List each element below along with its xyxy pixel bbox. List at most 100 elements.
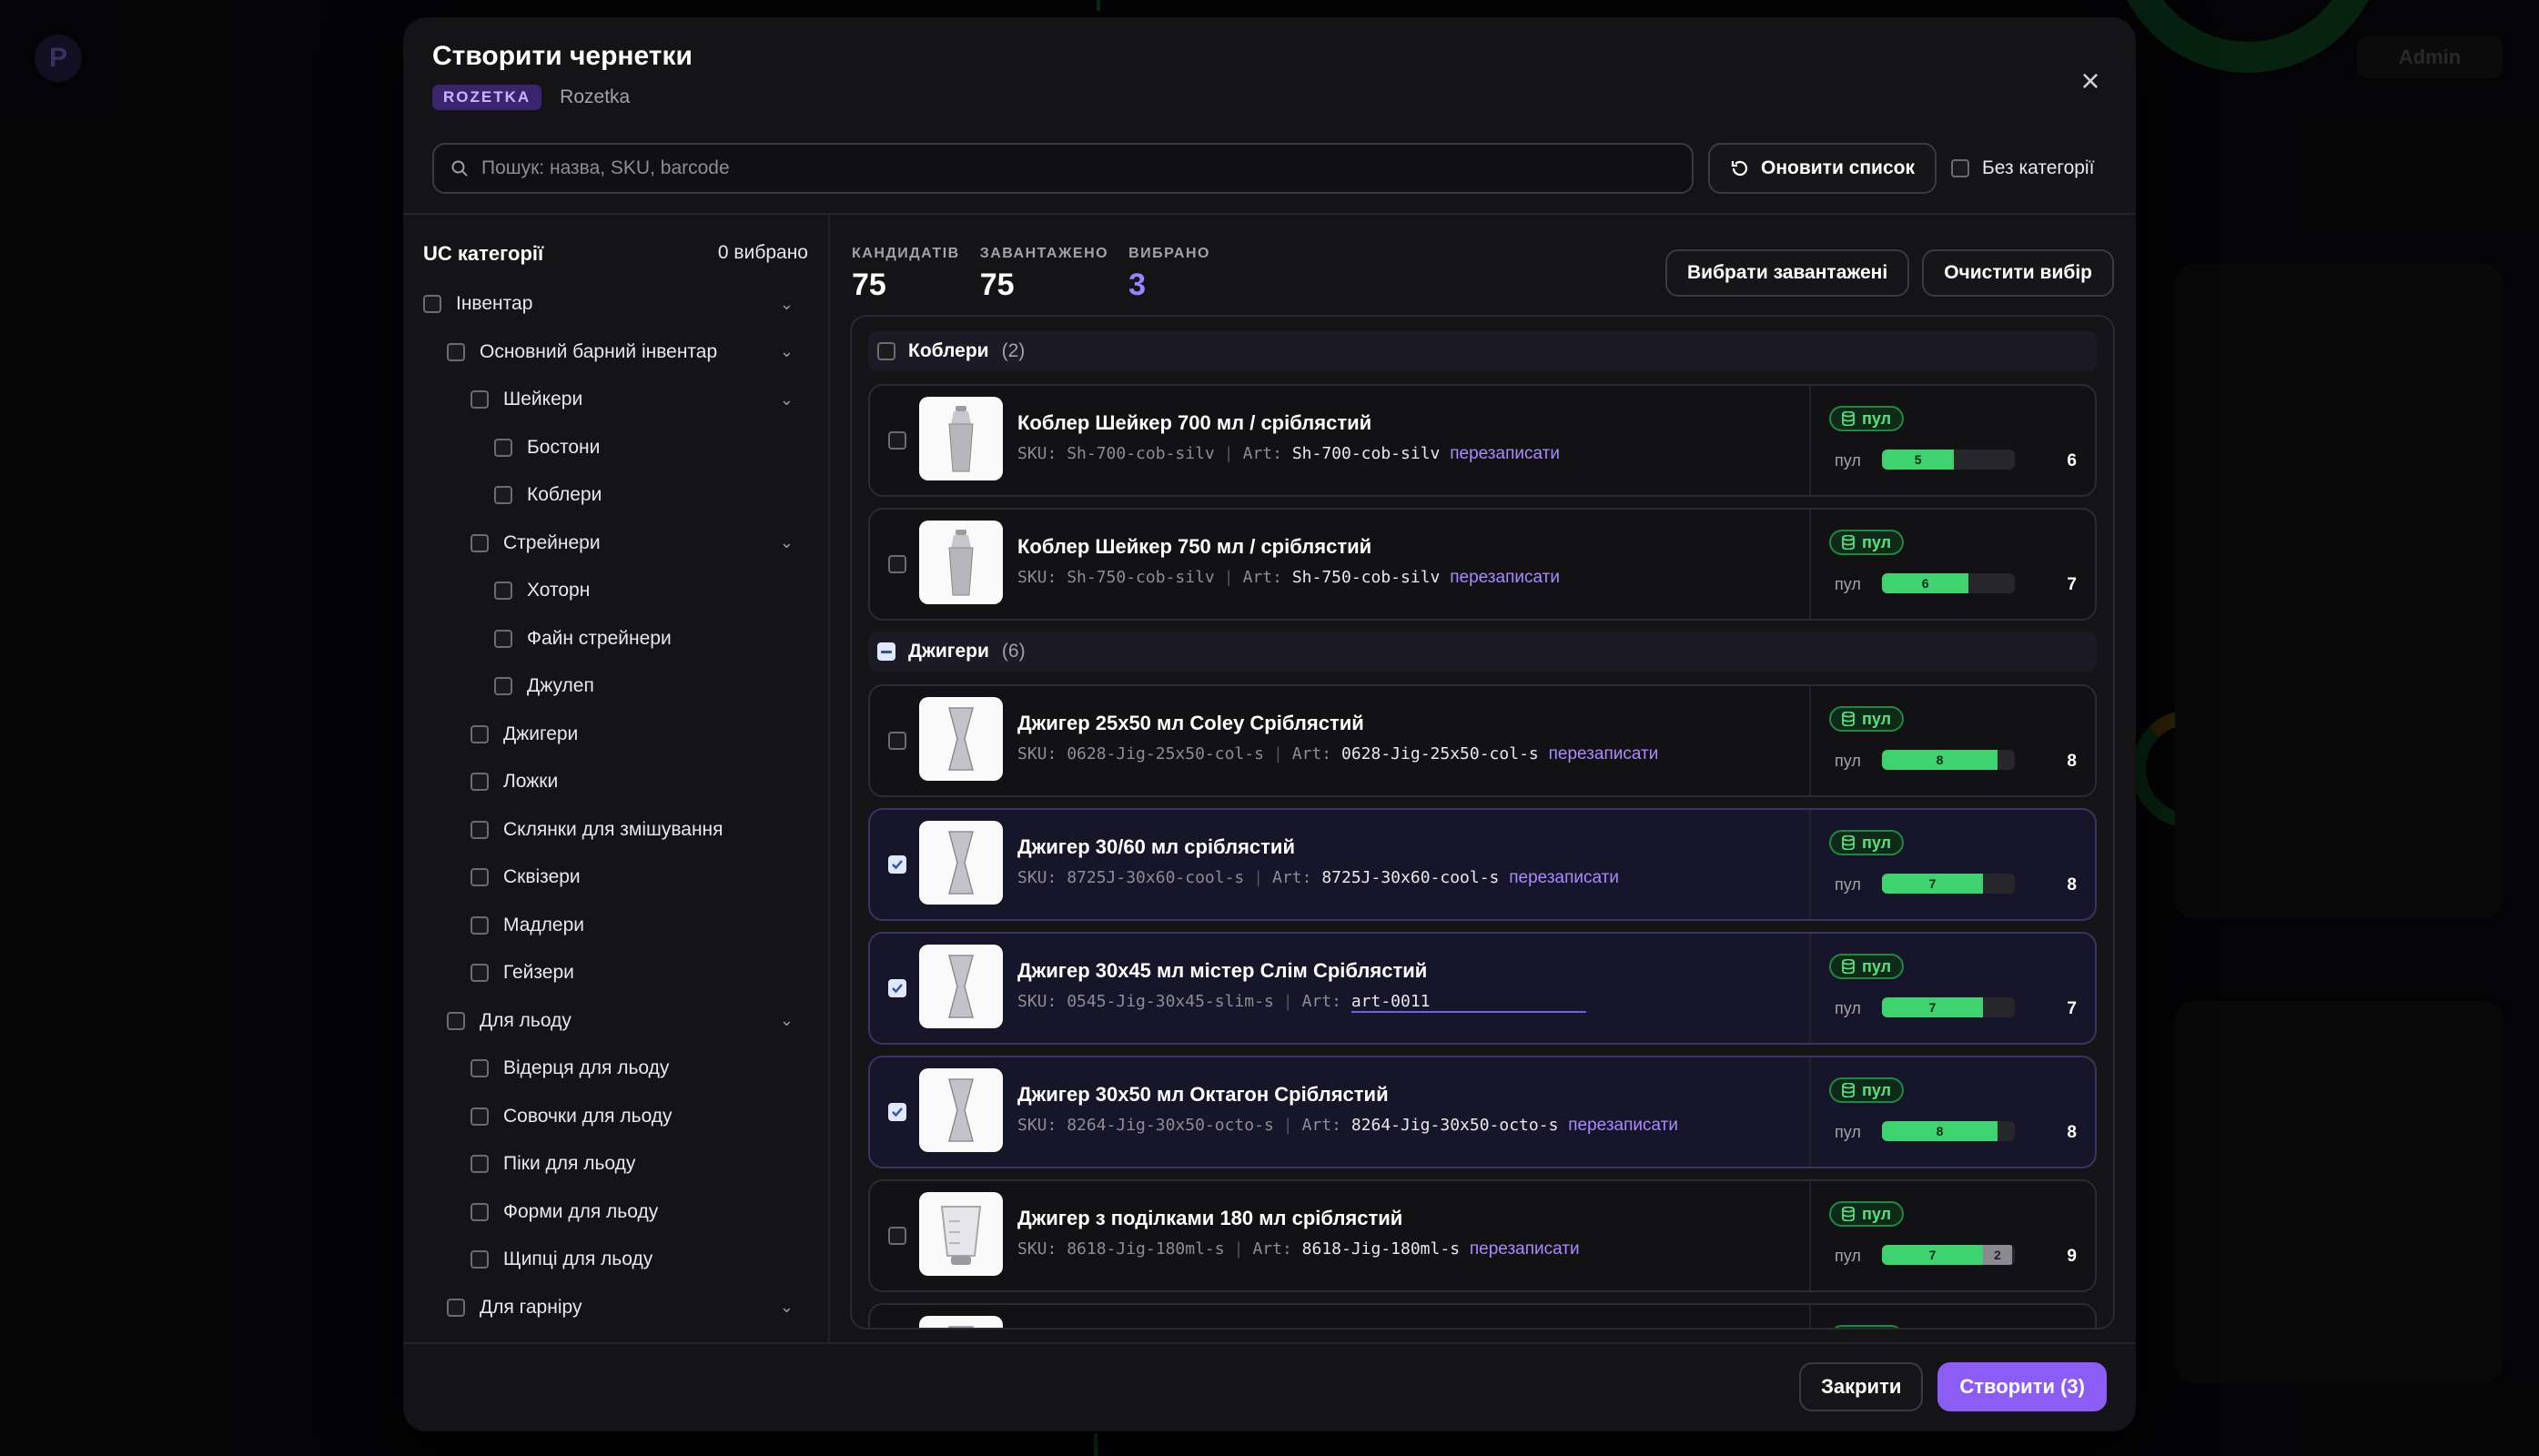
group-checkbox[interactable] [877, 342, 895, 360]
category-checkbox[interactable] [494, 438, 512, 457]
product-info: Коблер Шейкер 700 мл / сріблястий SKU: Sh… [1017, 411, 1785, 464]
category-item[interactable]: Сквізери [403, 854, 828, 902]
database-icon [1842, 535, 1855, 550]
category-checkbox[interactable] [470, 533, 489, 552]
category-item[interactable]: Основний барний інвентар ⌄ [403, 329, 828, 377]
category-checkbox[interactable] [447, 1011, 465, 1030]
category-item[interactable]: Шпажки [403, 1331, 828, 1342]
category-item[interactable]: Мадлери [403, 902, 828, 950]
category-checkbox[interactable] [494, 629, 512, 648]
chevron-down-icon[interactable]: ⌄ [780, 1298, 794, 1317]
stat-label: КАНДИДАТІВ [852, 246, 960, 261]
product-checkbox[interactable] [888, 1227, 906, 1245]
category-item[interactable]: Коблери [403, 471, 828, 520]
rewrite-link[interactable]: перезаписати [1509, 868, 1619, 887]
rewrite-link[interactable]: перезаписати [1568, 1116, 1678, 1135]
category-checkbox[interactable] [470, 820, 489, 839]
group-header[interactable]: Джигери (6) [868, 632, 2097, 672]
product-list[interactable]: Коблери (2) Коблер Шейкер 700 мл / срібляс… [850, 315, 2115, 1330]
category-item[interactable]: Щипці для льоду [403, 1236, 828, 1284]
category-item[interactable]: Для гарніру ⌄ [403, 1284, 828, 1332]
category-checkbox[interactable] [470, 773, 489, 792]
product-name: Джигер 30x45 мл містер Слім Сріблястий [1017, 959, 1428, 982]
product-row[interactable]: Джигер 25x50 мл Coley Сріблястий SKU: 062… [868, 684, 2097, 797]
create-button[interactable]: Створити (3) [1937, 1362, 2107, 1411]
category-checkbox[interactable] [470, 964, 489, 983]
chevron-down-icon[interactable]: ⌄ [780, 1011, 794, 1030]
product-checkbox[interactable] [888, 431, 906, 450]
no-category-toggle[interactable]: Без категорії [1950, 157, 2094, 179]
category-checkbox[interactable] [470, 1202, 489, 1221]
pool-bar-fill: 8 [1882, 750, 1998, 770]
product-row[interactable]: Джигер 30x45 мл містер Слім Сріблястий SK… [868, 932, 2097, 1045]
refresh-list-button[interactable]: Оновити список [1708, 143, 1937, 194]
rewrite-link[interactable]: перезаписати [1470, 1239, 1580, 1259]
category-label: Піки для льоду [503, 1153, 636, 1175]
select-loaded-button[interactable]: Вибрати завантажені [1665, 249, 1910, 297]
close-icon[interactable]: × [2074, 65, 2107, 99]
rewrite-link[interactable]: перезаписати [1549, 744, 1659, 763]
category-checkbox[interactable] [470, 1059, 489, 1078]
pool-badge: пул [1829, 706, 1905, 732]
product-checkbox[interactable] [888, 555, 906, 573]
category-item[interactable]: Джигери [403, 711, 828, 759]
category-checkbox[interactable] [447, 342, 465, 361]
category-item[interactable]: Совочки для льоду [403, 1093, 828, 1141]
product-checkbox[interactable] [888, 1103, 906, 1121]
category-item[interactable]: Для льоду ⌄ [403, 997, 828, 1046]
category-checkbox[interactable] [423, 295, 441, 314]
product-checkbox[interactable] [888, 855, 906, 874]
category-checkbox[interactable] [470, 1250, 489, 1269]
category-item[interactable]: Хоторн [403, 567, 828, 615]
category-checkbox[interactable] [494, 581, 512, 601]
category-item[interactable]: Файн стрейнери [403, 615, 828, 663]
category-checkbox[interactable] [494, 677, 512, 696]
product-row[interactable]: Коблер Шейкер 750 мл / сріблястий SKU: Sh… [868, 508, 2097, 621]
product-row[interactable]: Джигер з поділками 180 мл сріблястий SKU:… [868, 1179, 2097, 1292]
category-item[interactable]: Бостони [403, 424, 828, 472]
category-checkbox[interactable] [447, 1298, 465, 1317]
group-header[interactable]: Коблери (2) [868, 331, 2097, 371]
stat-block: КАНДИДАТІВ 75 [852, 246, 960, 303]
no-category-checkbox[interactable] [1950, 159, 1969, 177]
category-item[interactable]: Піки для льоду [403, 1140, 828, 1188]
group-checkbox[interactable] [877, 642, 895, 661]
category-item[interactable]: Джулеп [403, 662, 828, 711]
rewrite-link[interactable]: перезаписати [1450, 568, 1560, 587]
close-button[interactable]: Закрити [1799, 1362, 1924, 1411]
category-checkbox[interactable] [470, 1107, 489, 1126]
search-input[interactable] [481, 157, 1675, 179]
pool-badge-label: пул [1862, 1204, 1892, 1223]
category-checkbox[interactable] [470, 868, 489, 887]
category-checkbox[interactable] [470, 915, 489, 935]
category-item[interactable]: Ложки [403, 758, 828, 806]
pool-badge: пул [1829, 830, 1905, 855]
category-item[interactable]: Інвентар ⌄ [403, 280, 828, 329]
product-row[interactable]: Коблер Шейкер 700 мл / сріблястий SKU: Sh… [868, 384, 2097, 497]
pool-bar-fill: 8 [1882, 1121, 1998, 1141]
product-row[interactable]: Джигер містер Слім Тікі 25/50 мл з граві… [868, 1303, 2097, 1328]
chevron-down-icon[interactable]: ⌄ [780, 342, 794, 361]
product-checkbox[interactable] [888, 732, 906, 750]
category-checkbox[interactable] [470, 390, 489, 410]
category-item[interactable]: Гейзери [403, 949, 828, 997]
category-item[interactable]: Форми для льоду [403, 1188, 828, 1237]
clear-selection-button[interactable]: Очистити вибір [1922, 249, 2114, 297]
category-item[interactable]: Шейкери ⌄ [403, 376, 828, 424]
category-item[interactable]: Стрейнери ⌄ [403, 520, 828, 568]
category-checkbox[interactable] [470, 724, 489, 743]
art-input[interactable]: art-0011 [1350, 992, 1586, 1013]
chevron-down-icon[interactable]: ⌄ [780, 390, 794, 410]
meta-separator: | [1233, 1239, 1244, 1259]
category-item[interactable]: Відерця для льоду [403, 1045, 828, 1093]
category-checkbox[interactable] [494, 486, 512, 505]
category-checkbox[interactable] [470, 1155, 489, 1174]
category-item[interactable]: Склянки для змішування [403, 806, 828, 854]
chevron-down-icon[interactable]: ⌄ [780, 533, 794, 552]
product-checkbox[interactable] [888, 979, 906, 997]
pool-status: пул пул 7 7 [1809, 934, 2095, 1043]
product-row[interactable]: Джигер 30x50 мл Октагон Сріблястий SKU: 8… [868, 1056, 2097, 1168]
rewrite-link[interactable]: перезаписати [1450, 444, 1560, 463]
chevron-down-icon[interactable]: ⌄ [780, 295, 794, 314]
product-row[interactable]: Джигер 30/60 мл сріблястий SKU: 8725J-30x… [868, 808, 2097, 921]
